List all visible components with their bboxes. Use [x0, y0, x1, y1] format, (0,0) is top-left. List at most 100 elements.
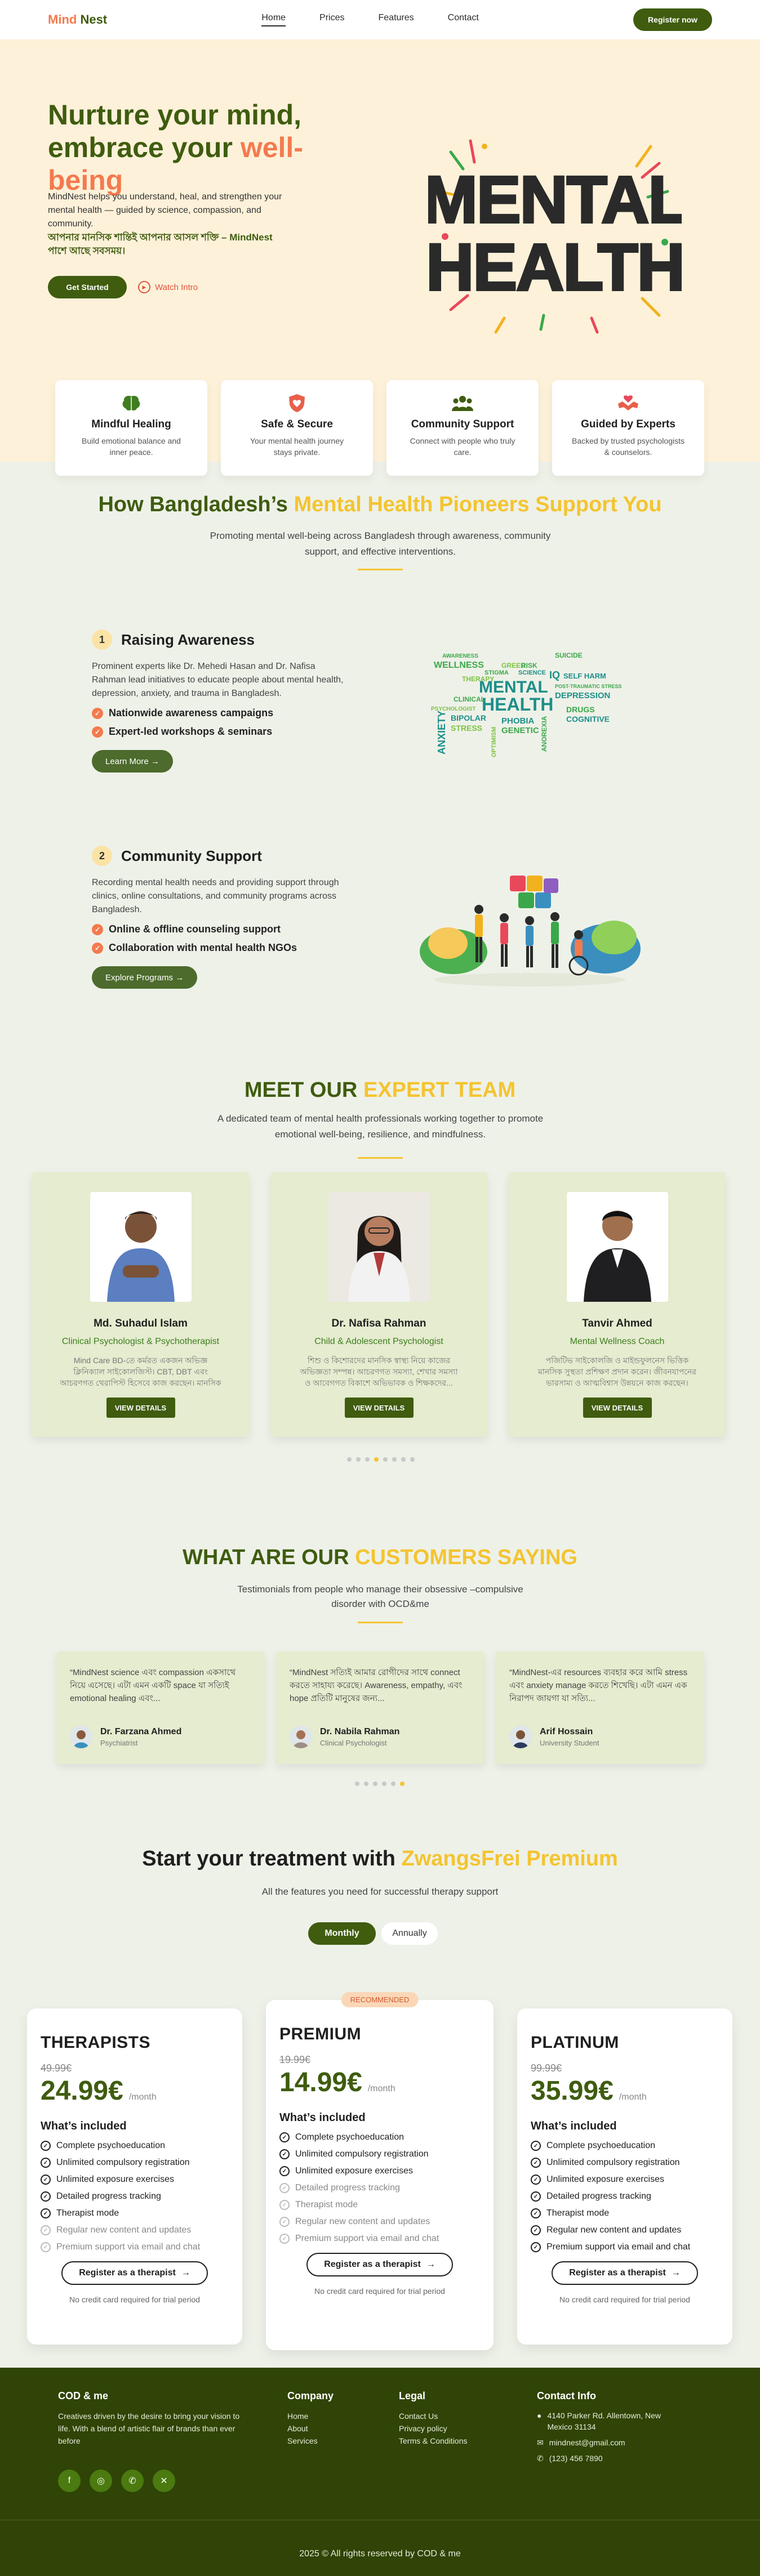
- carousel-dot[interactable]: [347, 1457, 352, 1462]
- plan-feature: ✓ Unlimited exposure exercises: [41, 2175, 229, 2185]
- plan-note: No credit card required for trial period: [69, 2295, 200, 2304]
- plan-price: 24.99€: [41, 2076, 123, 2106]
- billing-toggle: Monthly Annually: [308, 1922, 438, 1945]
- nav-link-home[interactable]: Home: [261, 13, 286, 26]
- word-suicide: SUICIDE: [555, 651, 583, 659]
- footer-link-contact[interactable]: Contact Us: [399, 2410, 467, 2422]
- plan-feature: ✓ Regular new content and updates: [41, 2225, 229, 2235]
- footer-link-terms[interactable]: Terms & Conditions: [399, 2435, 467, 2447]
- word-awareness: AWARENESS: [442, 653, 478, 659]
- view-details-button[interactable]: VIEW DETAILS: [583, 1398, 652, 1418]
- learn-more-button[interactable]: Learn More →: [92, 750, 173, 773]
- nav-link-prices[interactable]: Prices: [319, 13, 344, 26]
- nav-link-features[interactable]: Features: [379, 13, 414, 26]
- team-title-main: MEET OUR: [244, 1078, 358, 1102]
- mental-health-illustration: MENTAL HEALTH: [428, 139, 682, 334]
- facebook-icon[interactable]: f: [58, 2470, 81, 2492]
- carousel-dot[interactable]: [356, 1457, 361, 1462]
- carousel-dot[interactable]: [355, 1782, 359, 1786]
- pioneers-title-main: How Bangladesh’s: [98, 493, 288, 516]
- footer-link-services[interactable]: Services: [287, 2435, 334, 2447]
- social-links: f ◎ ✆ ✕: [58, 2470, 244, 2492]
- plan-feature-text: Premium support via email and chat: [56, 2242, 201, 2252]
- hero-bangla-tagline: আপনার মানসিক শান্তিই আপনার আসল শক্তি – M…: [48, 232, 273, 256]
- footer-phone[interactable]: ✆ (123) 456 7890: [537, 2453, 666, 2464]
- plan-feature-text: Unlimited compulsory registration: [546, 2158, 680, 2167]
- address-text: 4140 Parker Rd. Allentown, New Mexico 31…: [547, 2411, 661, 2431]
- register-therapist-button[interactable]: Register as a therapist →: [306, 2253, 453, 2276]
- brand-logo[interactable]: Mind Nest: [48, 12, 107, 27]
- word-bipolar: BIPOLAR: [451, 713, 486, 722]
- word-risk: RISK: [521, 662, 537, 669]
- avatar: [70, 1726, 92, 1748]
- word-stress: STRESS: [451, 724, 482, 733]
- view-details-button[interactable]: VIEW DETAILS: [344, 1398, 414, 1418]
- bullet-text: Online & offline counseling support: [109, 923, 281, 935]
- carousel-dot[interactable]: [373, 1782, 377, 1786]
- carousel-dot[interactable]: [401, 1457, 406, 1462]
- footer-email[interactable]: ✉ mindnest@gmail.com: [537, 2437, 666, 2448]
- watch-intro-label: Watch Intro: [155, 282, 198, 292]
- testimonial-role: Clinical Psychologist: [320, 1739, 387, 1747]
- plan-card-premium: RECOMMENDED PREMIUM 19.99€ 14.99€/month …: [266, 1992, 494, 2350]
- carousel-dot[interactable]: [410, 1457, 415, 1462]
- footer-link-about[interactable]: About: [287, 2422, 334, 2435]
- plan-feature-text: Regular new content and updates: [295, 2217, 430, 2226]
- check-icon: ✓: [92, 726, 103, 738]
- watch-intro-button[interactable]: ▶ Watch Intro: [138, 276, 198, 298]
- step-title: Raising Awareness: [121, 631, 255, 648]
- member-bio: পজিটিভ সাইকোলজি ও মাইন্ডফুলনেস ভিত্তিক ম…: [537, 1356, 696, 1387]
- arrow-right-icon: →: [181, 2268, 190, 2278]
- testimonials-carousel: “MindNest science এবং compassion একসাথে …: [56, 1651, 704, 1764]
- check-circle-icon: ✓: [531, 2191, 541, 2202]
- get-started-button[interactable]: Get Started: [48, 276, 127, 298]
- carousel-dot[interactable]: [364, 1782, 368, 1786]
- member-name: Dr. Nafisa Rahman: [331, 1318, 426, 1329]
- step-title: Community Support: [121, 847, 262, 864]
- check-circle-icon: ✓: [279, 2132, 290, 2142]
- plan-feature-list: ✓ Complete psychoeducation ✓ Unlimited comp…: [279, 2132, 480, 2244]
- footer-link-privacy[interactable]: Privacy policy: [399, 2422, 467, 2435]
- instagram-icon[interactable]: ◎: [90, 2470, 112, 2492]
- footer-link-home[interactable]: Home: [287, 2410, 334, 2422]
- bullet-text: Collaboration with mental health NGOs: [109, 942, 297, 953]
- register-therapist-button[interactable]: Register as a therapist →: [61, 2261, 208, 2285]
- testimonial-role: Psychiatrist: [100, 1739, 138, 1747]
- explore-programs-button[interactable]: Explore Programs →: [92, 966, 198, 989]
- team-carousel-dots: [347, 1457, 415, 1462]
- carousel-dot[interactable]: [374, 1457, 379, 1462]
- plan-name: PREMIUM: [279, 2025, 362, 2043]
- team-carousel: Md. Suhadul Islam Clinical Psychologist …: [32, 1172, 726, 1437]
- cta-label: Register as a therapist: [79, 2268, 176, 2278]
- footer-brand: COD & me: [58, 2390, 109, 2401]
- toggle-annually[interactable]: Annually: [381, 1922, 438, 1945]
- word-health: HEALTH: [482, 694, 553, 715]
- carousel-dot[interactable]: [383, 1457, 388, 1462]
- art-text-health: HEALTH: [428, 230, 682, 305]
- check-circle-icon: ✓: [41, 2208, 51, 2218]
- register-therapist-button[interactable]: Register as a therapist →: [552, 2261, 698, 2285]
- word-drugs: DRUGS: [566, 705, 595, 714]
- x-icon[interactable]: ✕: [153, 2470, 175, 2492]
- word-cognitive: COGNITIVE: [566, 715, 610, 724]
- team-member-photo: [90, 1192, 192, 1302]
- word-anxiety: ANXIETY: [436, 711, 447, 755]
- check-circle-icon: ✓: [41, 2141, 51, 2151]
- carousel-dot[interactable]: [391, 1782, 395, 1786]
- carousel-dot[interactable]: [365, 1457, 370, 1462]
- hero-description: MindNest helps you understand, heal, and…: [48, 192, 282, 229]
- register-button[interactable]: Register now: [633, 8, 712, 31]
- plan-feature: ✓ Unlimited compulsory registration: [531, 2158, 719, 2168]
- whatsapp-icon[interactable]: ✆: [121, 2470, 144, 2492]
- nav-links: Home Prices Features Contact: [261, 13, 479, 26]
- view-details-button[interactable]: VIEW DETAILS: [106, 1398, 175, 1418]
- location-pin-icon: ●: [537, 2411, 542, 2420]
- toggle-monthly[interactable]: Monthly: [308, 1922, 376, 1945]
- plan-feature-text: Regular new content and updates: [56, 2225, 192, 2235]
- carousel-dot[interactable]: [400, 1782, 405, 1786]
- plan-feature-text: Therapist mode: [546, 2208, 610, 2218]
- carousel-dot[interactable]: [392, 1457, 397, 1462]
- carousel-dot[interactable]: [382, 1782, 386, 1786]
- shield-heart-icon: [289, 394, 305, 412]
- nav-link-contact[interactable]: Contact: [448, 13, 479, 26]
